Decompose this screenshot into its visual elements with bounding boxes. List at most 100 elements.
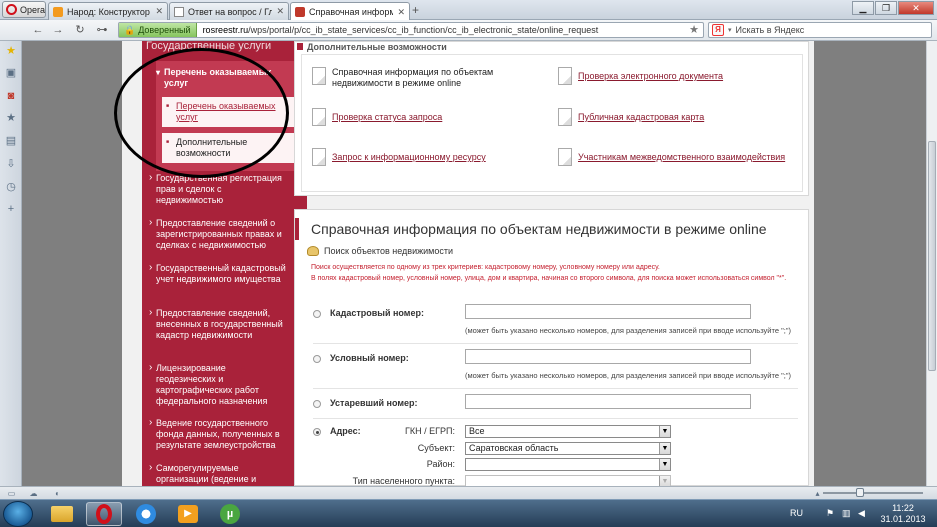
conditional-number-label: Условный номер: bbox=[330, 353, 409, 363]
dropdown-arrow-icon: ▼ bbox=[659, 459, 670, 470]
opera-menu-button[interactable]: Opera bbox=[2, 1, 46, 18]
scrollbar-thumb[interactable] bbox=[928, 141, 936, 371]
cadastral-number-label: Кадастровый номер: bbox=[330, 308, 424, 318]
secure-badge[interactable]: 🔒 Доверенный bbox=[119, 23, 197, 37]
taskbar-opera[interactable] bbox=[86, 502, 122, 526]
district-select[interactable]: ▼ bbox=[465, 458, 671, 471]
yandex-icon: Я bbox=[712, 24, 724, 36]
close-window-icon[interactable]: ✕ bbox=[898, 1, 934, 15]
conditional-number-hint: (может быть указано несколько номеров, д… bbox=[465, 371, 792, 380]
dropdown-arrow-icon: ▼ bbox=[659, 426, 670, 437]
address-radio[interactable] bbox=[313, 428, 321, 436]
new-tab-button[interactable]: + bbox=[412, 3, 419, 17]
quick-link-info-resource[interactable]: Запрос к информационному ресурсу bbox=[312, 148, 486, 166]
taskbar-ie[interactable] bbox=[128, 502, 164, 526]
taskbar-media[interactable]: ▶ bbox=[170, 502, 206, 526]
hand-drawn-circle-annotation bbox=[114, 48, 289, 178]
forward-icon[interactable]: → bbox=[50, 23, 66, 37]
clock-date: 31.01.2013 bbox=[880, 514, 926, 524]
cadastral-number-hint: (может быть указано несколько номеров, д… bbox=[465, 326, 792, 335]
tab-bar: Opera Народ: Конструктор с... ✕ Ответ на… bbox=[0, 0, 937, 21]
dropdown-arrow-icon: ▼ bbox=[659, 476, 670, 486]
note-line: В полях кадастровый номер, условный номе… bbox=[311, 275, 787, 282]
bookmark-star-icon[interactable]: ★ bbox=[689, 23, 699, 36]
unite-icon[interactable]: ◙ bbox=[5, 90, 17, 102]
nav-item-rights-info[interactable]: Предоставление сведений о зарегистрирова… bbox=[149, 217, 286, 251]
cloud-icon[interactable]: ☁ bbox=[28, 489, 39, 498]
widgets-icon[interactable]: ▣ bbox=[5, 67, 17, 79]
quick-link-verify-document[interactable]: Проверка электронного документа bbox=[558, 67, 723, 85]
tab-label: Народ: Конструктор с... bbox=[67, 6, 151, 17]
url-path: /wps/portal/p/cc_ib_state_services/cc_ib… bbox=[248, 25, 599, 35]
network-icon[interactable]: ▥ bbox=[842, 508, 851, 519]
subject-select[interactable]: Саратовская область ▼ bbox=[465, 442, 671, 455]
zoom-out-icon[interactable]: ▴ bbox=[812, 489, 823, 498]
nav-item-registration[interactable]: Государственная регистрация прав и сдело… bbox=[149, 172, 286, 206]
note-line: Поиск осуществляется по одному из трех к… bbox=[311, 264, 660, 271]
volume-icon[interactable]: ◀ bbox=[858, 508, 865, 519]
settlement-type-select[interactable]: ▼ bbox=[465, 475, 671, 486]
subject-label: Субъект: bbox=[417, 443, 455, 453]
nav-item-cadastral-registration[interactable]: Государственный кадастровый учет недвижи… bbox=[149, 262, 286, 285]
downloads-icon[interactable]: ⇩ bbox=[5, 158, 17, 170]
conditional-number-input[interactable] bbox=[465, 349, 751, 364]
add-panel-icon[interactable]: + bbox=[5, 203, 17, 215]
secure-label: Доверенный bbox=[138, 25, 191, 35]
tab-label: Справочная информа... bbox=[309, 7, 393, 17]
system-clock[interactable]: 11:22 31.01.2013 bbox=[872, 503, 934, 525]
zoom-slider[interactable] bbox=[823, 488, 923, 497]
cadastral-number-input[interactable] bbox=[465, 304, 751, 319]
rosreestr-favicon-icon bbox=[295, 7, 305, 17]
search-key-icon bbox=[307, 246, 319, 256]
back-icon[interactable]: ← bbox=[30, 23, 46, 37]
close-tab-icon[interactable]: ✕ bbox=[397, 7, 405, 18]
old-number-radio[interactable] bbox=[313, 400, 321, 408]
conditional-number-radio[interactable] bbox=[313, 355, 321, 363]
old-number-input[interactable] bbox=[465, 394, 751, 409]
history-icon[interactable]: ◷ bbox=[5, 181, 17, 193]
quick-link-label: Проверка статуса запроса bbox=[332, 112, 443, 122]
close-tab-icon[interactable]: ✕ bbox=[155, 6, 163, 17]
quick-link-request-status[interactable]: Проверка статуса запроса bbox=[312, 108, 442, 126]
address-field[interactable]: 🔒 Доверенный rosreestr.ru/wps/portal/p/c… bbox=[118, 22, 704, 38]
cadastral-number-row: Кадастровый номер: (может быть указано н… bbox=[313, 300, 798, 344]
vertical-scrollbar[interactable] bbox=[926, 41, 937, 486]
quick-link-interagency[interactable]: Участникам межведомственного взаимодейст… bbox=[558, 148, 785, 166]
maximize-icon[interactable]: ❐ bbox=[875, 1, 897, 15]
tab-answer[interactable]: Ответ на вопрос / Гла... ✕ bbox=[169, 2, 289, 20]
turbo-icon[interactable]: ◐ bbox=[52, 489, 63, 498]
nav-item-data-fund[interactable]: Ведение государственного фонда данных, п… bbox=[149, 417, 286, 451]
cadastral-number-radio[interactable] bbox=[313, 310, 321, 318]
narod-favicon-icon bbox=[53, 6, 63, 17]
zoom-slider-knob[interactable] bbox=[856, 488, 864, 497]
taskbar-utorrent[interactable]: µ bbox=[212, 502, 248, 526]
tab-rosreestr[interactable]: Справочная информа... ✕ bbox=[290, 2, 410, 21]
quick-link-cadastral-map[interactable]: Публичная кадастровая карта bbox=[558, 108, 704, 126]
registry-select[interactable]: Все ▼ bbox=[465, 425, 671, 438]
nav-item-licensing[interactable]: Лицензирование геодезических и картограф… bbox=[149, 362, 286, 407]
flag-icon[interactable]: ⚑ bbox=[826, 508, 834, 519]
favorites-icon[interactable]: ★ bbox=[5, 112, 17, 124]
nav-item-cadastre-info[interactable]: Предоставление сведений, внесенных в гос… bbox=[149, 307, 286, 341]
panel-toggle-icon[interactable]: ▭ bbox=[6, 489, 17, 498]
taskbar-explorer[interactable] bbox=[44, 502, 80, 526]
tab-narod[interactable]: Народ: Конструктор с... ✕ bbox=[48, 2, 168, 20]
reload-icon[interactable]: ↻ bbox=[72, 23, 88, 37]
nav-item-sro[interactable]: Саморегулируемые организации (ведение и bbox=[149, 462, 286, 485]
key-icon[interactable]: ⊶ bbox=[94, 23, 110, 37]
search-field[interactable]: Я ▾ Искать в Яндекс bbox=[708, 22, 932, 38]
page-title: Справочная информация по объектам недвиж… bbox=[295, 218, 808, 240]
bookmarks-icon[interactable]: ★ bbox=[5, 45, 17, 57]
search-placeholder: Искать в Яндекс bbox=[735, 25, 805, 35]
dropdown-arrow-icon: ▼ bbox=[659, 443, 670, 454]
media-player-icon: ▶ bbox=[178, 505, 198, 523]
url-text: rosreestr.ru/wps/portal/p/cc_ib_state_se… bbox=[197, 25, 599, 35]
language-indicator[interactable]: RU bbox=[790, 508, 803, 518]
notes-icon[interactable]: ▤ bbox=[5, 135, 17, 147]
start-button[interactable] bbox=[3, 501, 33, 527]
chevron-down-icon[interactable]: ▾ bbox=[728, 26, 732, 34]
quick-link-online-info[interactable]: Справочная информация по объектам недвиж… bbox=[312, 67, 552, 89]
tab-label: Ответ на вопрос / Гла... bbox=[188, 6, 272, 17]
close-tab-icon[interactable]: ✕ bbox=[276, 6, 284, 17]
minimize-icon[interactable]: ▁ bbox=[852, 1, 874, 15]
